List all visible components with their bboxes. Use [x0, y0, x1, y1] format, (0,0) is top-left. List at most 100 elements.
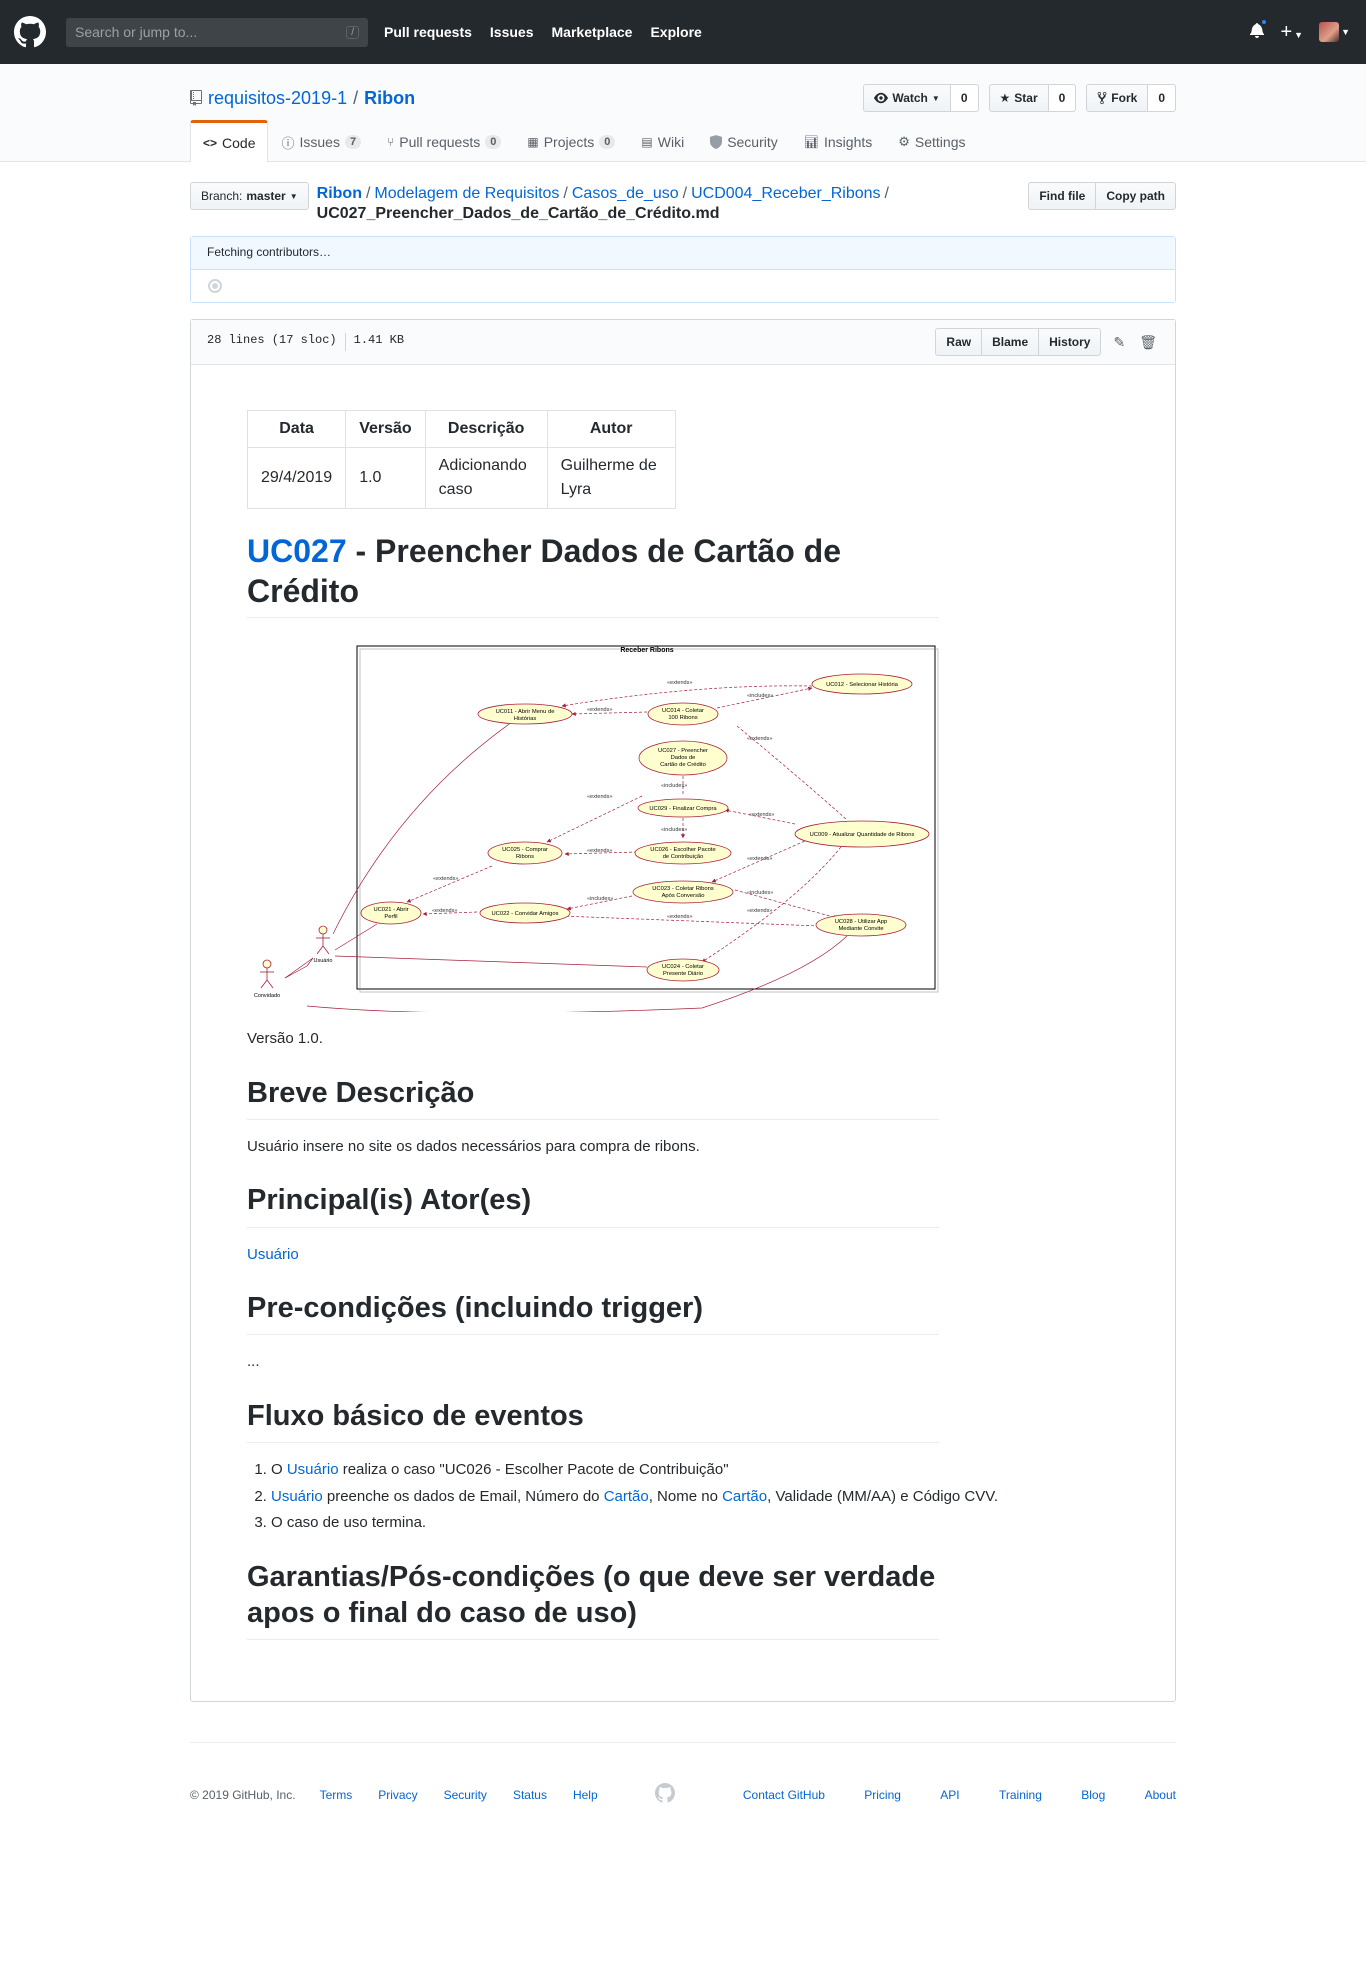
uc-label: UC029 - Finalizar Compra — [649, 806, 717, 812]
nav-marketplace[interactable]: Marketplace — [552, 24, 633, 40]
list-text: O — [271, 1461, 287, 1478]
search-input[interactable]: Search or jump to... / — [66, 17, 368, 47]
star-icon: ★ — [999, 91, 1011, 105]
uc-label: UC024 - Coletar — [662, 964, 704, 970]
history-button[interactable]: History — [1038, 328, 1102, 356]
cartao-link[interactable]: Cartão — [604, 1488, 649, 1505]
divider — [344, 333, 346, 351]
tab-pull-requests[interactable]: ⑂ Pull requests 0 — [374, 120, 514, 161]
notifications-bell-icon[interactable] — [1250, 17, 1269, 43]
footer-link-security[interactable]: Security — [444, 1788, 487, 1802]
star-button[interactable]: ★ Star — [988, 84, 1049, 112]
uc-label: UC023 - Coletar Ribons — [652, 886, 714, 892]
version-table: Data Versão Descrição Autor 29/4/2019 1.… — [246, 410, 676, 509]
tab-code[interactable]: <> Code — [190, 120, 269, 162]
uc-label: 100 Ribons — [668, 715, 697, 721]
fork-icon — [1097, 91, 1107, 105]
repo-icon — [190, 90, 202, 106]
path-separator: / — [682, 185, 688, 202]
branch-selector[interactable]: Branch: master ▼ — [190, 182, 309, 210]
watch-button[interactable]: Watch ▼ — [863, 84, 951, 112]
footer-link-status[interactable]: Status — [513, 1788, 547, 1802]
nav-issues[interactable]: Issues — [490, 24, 534, 40]
usuario-link[interactable]: Usuário — [271, 1488, 323, 1505]
gear-icon: ⚙ — [898, 134, 910, 149]
nav-explore[interactable]: Explore — [650, 24, 701, 40]
uc-label: UC028 - Utilizar App — [835, 919, 888, 925]
tab-wiki[interactable]: ▤ Wiki — [628, 120, 697, 161]
footer-link-privacy[interactable]: Privacy — [378, 1788, 417, 1802]
tab-settings[interactable]: ⚙ Settings — [885, 120, 978, 161]
avatar — [1319, 22, 1340, 42]
nav-pull-requests[interactable]: Pull requests — [384, 24, 472, 40]
breadcrumb-dir[interactable]: UCD004_Receber_Ribons — [691, 185, 880, 202]
github-mark-icon[interactable] — [655, 1783, 676, 1806]
table-header: Data — [246, 410, 347, 448]
tab-label: Pull requests — [399, 134, 481, 150]
fork-button[interactable]: Fork — [1086, 84, 1149, 112]
contributors-status: Fetching contributors… — [191, 237, 1175, 270]
site-footer: © 2019 GitHub, Inc. Terms Privacy Securi… — [190, 1742, 1176, 1806]
includes-label: «includes» — [661, 827, 687, 833]
tab-label: Issues — [299, 134, 340, 150]
cartao-link[interactable]: Cartão — [722, 1488, 767, 1505]
descricao-text: Usuário insere no site os dados necessár… — [247, 1137, 700, 1155]
list-text: realiza o caso "UC026 - Escolher Pacote … — [338, 1461, 729, 1478]
uc-label: UC014 - Coletar — [662, 708, 704, 714]
breadcrumb-root[interactable]: Ribon — [317, 185, 362, 202]
raw-button[interactable]: Raw — [935, 328, 983, 356]
search-placeholder: Search or jump to... — [75, 24, 198, 40]
tab-insights[interactable]: 📊︎ Insights — [791, 120, 885, 161]
ator-link[interactable]: Usuário — [247, 1246, 299, 1263]
create-new-button[interactable]: + ▼ — [1280, 21, 1303, 44]
footer-link-pricing[interactable]: Pricing — [864, 1788, 901, 1802]
footer-link-terms[interactable]: Terms — [320, 1788, 353, 1802]
uc-label: Cartão de Crédito — [660, 762, 706, 768]
usuario-link[interactable]: Usuário — [287, 1461, 339, 1478]
footer-link-blog[interactable]: Blog — [1081, 1788, 1105, 1802]
tab-label: Projects — [543, 134, 595, 150]
tab-projects[interactable]: ▦ Projects 0 — [514, 120, 628, 161]
repo-owner-link[interactable]: requisitos-2019-1 — [208, 88, 347, 109]
global-header: Search or jump to... / Pull requests Iss… — [0, 0, 1366, 64]
heading-fluxo: Fluxo básico de eventos — [247, 1398, 939, 1443]
repo-name-link[interactable]: Ribon — [364, 88, 415, 108]
usecase-uc026 — [634, 841, 732, 865]
copy-path-button[interactable]: Copy path — [1096, 182, 1176, 210]
breadcrumb-file: UC027_Preencher_Dados_de_Cartão_de_Crédi… — [316, 205, 720, 222]
usecase-uc023 — [632, 880, 734, 904]
extends-label: «extends» — [433, 876, 458, 882]
find-file-button[interactable]: Find file — [1028, 182, 1097, 210]
breadcrumb-dir[interactable]: Casos_de_uso — [572, 185, 679, 202]
extends-label: «extends» — [587, 794, 612, 800]
blame-button[interactable]: Blame — [981, 328, 1040, 356]
trash-icon[interactable]: 🗑︎ — [1137, 334, 1159, 351]
star-count[interactable]: 0 — [1048, 84, 1077, 112]
title-link[interactable]: UC027 — [247, 533, 347, 569]
footer-link-contact[interactable]: Contact GitHub — [743, 1788, 825, 1802]
copyright: © 2019 GitHub, Inc. — [190, 1787, 296, 1802]
tab-issues[interactable]: ⓘ Issues 7 — [268, 120, 374, 161]
fork-count[interactable]: 0 — [1148, 84, 1176, 112]
user-menu-button[interactable]: ▼ — [1319, 22, 1350, 42]
watch-count[interactable]: 0 — [950, 84, 979, 112]
uc-label: Dados de — [671, 755, 696, 761]
extends-label: «extends» — [747, 856, 772, 862]
breadcrumb-dir[interactable]: Modelagem de Requisitos — [374, 185, 559, 202]
github-logo-icon[interactable] — [14, 16, 46, 48]
list-item: O caso de uso termina. — [271, 1512, 1130, 1535]
tab-security[interactable]: Security — [697, 120, 791, 161]
footer-link-about[interactable]: About — [1145, 1788, 1176, 1802]
pencil-icon[interactable]: ✎ — [1111, 334, 1127, 351]
uc-label: UC009 - Atualizar Quantidade de Ribons — [810, 832, 915, 838]
usecase-uc025 — [487, 841, 563, 865]
list-text: , Validade (MM/AA) e Código CVV. — [767, 1487, 999, 1505]
issue-icon: ⓘ — [281, 135, 295, 151]
heading-precondicoes: Pre-condições (incluindo trigger) — [247, 1290, 939, 1336]
footer-link-training[interactable]: Training — [999, 1788, 1042, 1802]
notification-dot — [1260, 17, 1269, 26]
footer-link-api[interactable]: API — [940, 1788, 959, 1802]
uc-label: UC011 - Abrir Menu de — [496, 709, 555, 715]
path-separator: / — [365, 185, 371, 202]
footer-link-help[interactable]: Help — [573, 1788, 598, 1802]
